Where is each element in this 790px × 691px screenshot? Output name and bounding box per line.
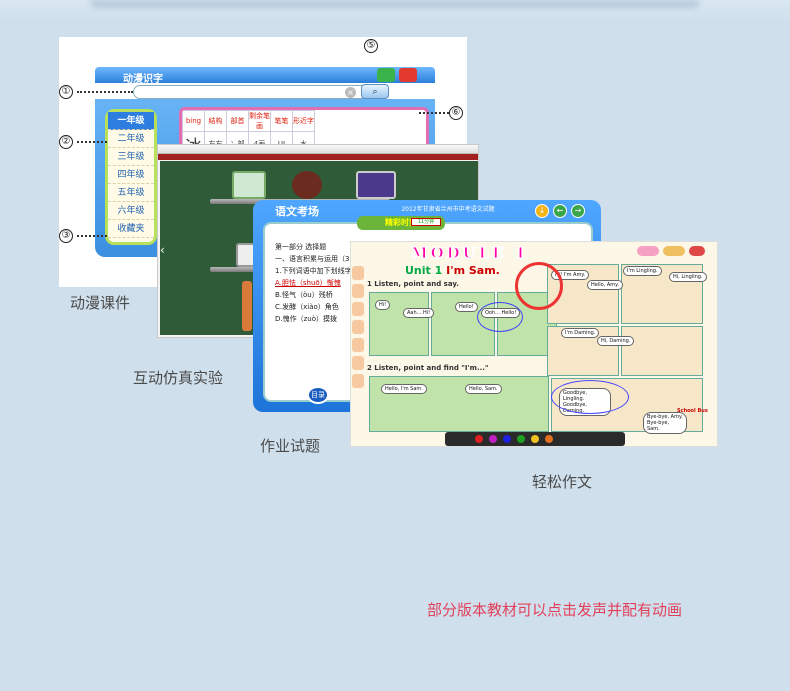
side-button[interactable] — [352, 374, 364, 388]
green-pen-icon[interactable] — [517, 435, 525, 443]
search-icon: ⌕ — [372, 87, 378, 97]
caption-exercises: 作业试题 — [260, 437, 321, 455]
callout-2: ② — [59, 133, 73, 149]
header-cell: 结构 — [204, 110, 227, 132]
menu-button[interactable]: 目录 — [307, 386, 329, 404]
timer: 11分钟 — [411, 218, 441, 226]
side-button[interactable] — [352, 266, 364, 280]
option-d[interactable]: D.愧作（zuò）摸拨 — [275, 314, 337, 324]
header-cell: 部首 — [226, 110, 249, 132]
caption-interactive-lab: 互动仿真实验 — [133, 369, 224, 387]
window-titlebar — [158, 145, 478, 154]
question-line: 一、语言积累与运用（30分 — [275, 255, 361, 263]
callout-6: ⑥ — [449, 104, 463, 120]
question-line: 第一部分 选择题 — [275, 243, 327, 251]
favorites-item[interactable]: 收藏夹 — [108, 220, 154, 238]
section-2-label: 2 Listen, point and find "I'm..." — [367, 364, 489, 372]
download-icon[interactable]: ↓ — [535, 204, 549, 218]
back-icon[interactable]: ← — [553, 204, 567, 218]
side-button[interactable] — [352, 284, 364, 298]
close-icon[interactable] — [689, 246, 705, 256]
side-button[interactable] — [352, 338, 364, 352]
speech-bubble: Hello, Sam. — [465, 384, 502, 394]
annotation-ellipse — [477, 302, 523, 332]
menu-strip — [158, 154, 478, 160]
caption-animated-courseware: 动漫课件 — [70, 294, 131, 312]
side-button[interactable] — [352, 320, 364, 334]
option-a[interactable]: A.胆怯（shuō）惭愧 — [275, 278, 341, 288]
settings-button[interactable] — [377, 68, 395, 82]
experiment-item[interactable] — [356, 171, 396, 199]
question-line: 1.下列词语中加下划线字注 — [275, 267, 359, 275]
orange-pen-icon[interactable] — [545, 435, 553, 443]
character-info-panel: bing 结构 部首 剩余笔画 笔笔 形近字 冰 左右 冫部 4画 UI 水 — [179, 107, 429, 149]
screenshot-easy-composition: MODULE 1 Unit 1 I'm Sam. 1 Listen, point… — [350, 241, 718, 447]
side-button[interactable] — [352, 302, 364, 316]
top-button[interactable] — [663, 246, 685, 256]
side-button[interactable] — [352, 356, 364, 370]
top-band — [0, 0, 790, 22]
comic-panel[interactable] — [621, 326, 703, 376]
callout-1: ① — [59, 83, 73, 99]
callout-line — [419, 112, 449, 114]
drawing-toolbar — [445, 432, 625, 446]
annotation-ellipse — [551, 380, 629, 414]
speech-bubble: Hi! — [375, 300, 391, 310]
purple-pen-icon[interactable] — [489, 435, 497, 443]
clear-icon[interactable]: × — [345, 87, 356, 98]
window-title: 语文考场 — [275, 205, 319, 218]
option-b[interactable]: B.怪气（òu）残桥 — [275, 290, 333, 300]
caption-composition: 轻松作文 — [532, 473, 593, 491]
callout-line — [77, 235, 107, 237]
header-cell: bing — [182, 110, 205, 132]
callout-5: ⑤ — [364, 37, 378, 53]
grade-item-6[interactable]: 六年级 — [108, 202, 154, 220]
module-title: MODULE 1 — [410, 244, 529, 263]
section-1-label: 1 Listen, point and say. — [367, 280, 459, 288]
unit-title: Unit 1 I'm Sam. — [405, 264, 500, 277]
header-cell: 剩余笔画 — [248, 110, 271, 132]
grade-item-2[interactable]: 二年级 — [108, 130, 154, 148]
grade-item-3[interactable]: 三年级 — [108, 148, 154, 166]
speech-bubble: Hi, Lingling. — [669, 272, 707, 282]
window-title: 动漫识字 — [123, 74, 163, 85]
speech-bubble: I'm Daming. — [561, 328, 600, 338]
callout-line — [77, 91, 133, 93]
chevron-left-icon[interactable]: ‹ — [160, 243, 165, 257]
speech-bubble: I'm Lingling. — [623, 266, 662, 276]
close-button[interactable] — [399, 68, 417, 82]
speech-bubble: Hello, I'm Sam. — [381, 384, 427, 394]
footnote: 部分版本教材可以点击发声并配有动画 — [427, 601, 683, 619]
annotation-circle — [515, 262, 563, 310]
grade-item-4[interactable]: 四年级 — [108, 166, 154, 184]
experiment-item[interactable] — [232, 171, 266, 199]
speech-bubble: Hello! — [455, 302, 478, 312]
experiment-item[interactable] — [242, 281, 252, 331]
callout-3: ③ — [59, 227, 73, 243]
speech-bubble: Aah... Hi! — [403, 308, 435, 318]
exam-header: 2012年甘肃省兰州市中考语文试题 — [401, 206, 495, 213]
search-button[interactable]: ⌕ — [361, 84, 389, 99]
speech-bubble: Bye-bye, Amy. Bye-bye, Sam. — [643, 412, 687, 434]
option-c[interactable]: C.发酵（xiào）角色 — [275, 302, 339, 312]
top-button[interactable] — [637, 246, 659, 256]
header-cell: 笔笔 — [270, 110, 293, 132]
red-pen-icon[interactable] — [475, 435, 483, 443]
grade-item-5[interactable]: 五年级 — [108, 184, 154, 202]
blue-pen-icon[interactable] — [503, 435, 511, 443]
bus-label: School Bus — [677, 408, 708, 414]
side-toolbar — [351, 262, 365, 432]
grade-item-1[interactable]: 一年级 — [108, 112, 154, 130]
callout-line — [77, 141, 107, 143]
forward-icon[interactable]: → — [571, 204, 585, 218]
yellow-pen-icon[interactable] — [531, 435, 539, 443]
speech-bubble: Hello, Amy. — [587, 280, 623, 290]
experiment-item[interactable] — [292, 171, 322, 199]
header-cell: 形近字 — [292, 110, 315, 132]
grade-list: 一年级 二年级 三年级 四年级 五年级 六年级 收藏夹 — [105, 109, 157, 245]
speech-bubble: Hi, Daming. — [597, 336, 635, 346]
